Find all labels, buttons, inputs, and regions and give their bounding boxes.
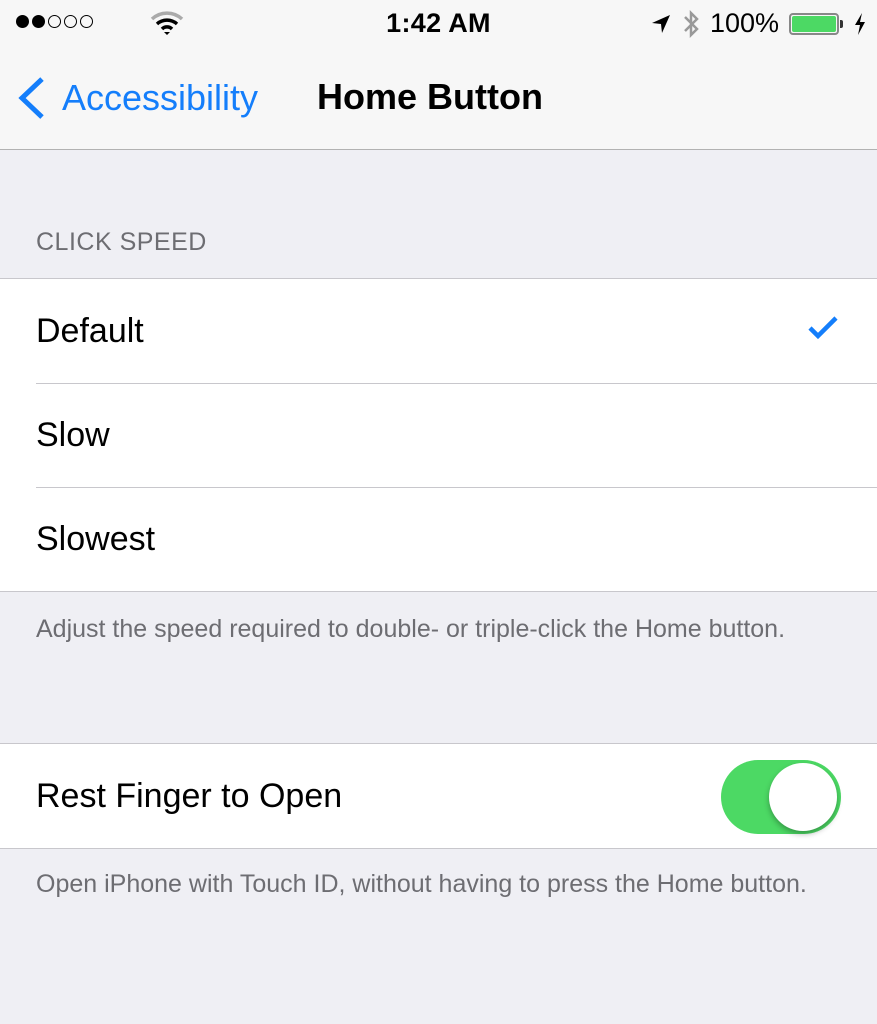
click-speed-footer: Adjust the speed required to double- or …: [36, 615, 786, 643]
option-label: Default: [36, 311, 144, 350]
chevron-left-icon: [18, 77, 44, 119]
rest-finger-label: Rest Finger to Open: [36, 776, 343, 815]
back-button[interactable]: Accessibility: [14, 76, 258, 120]
back-button-label: Accessibility: [62, 77, 259, 118]
section-header-click-speed: CLICK SPEED: [36, 228, 207, 256]
battery-icon: [789, 12, 839, 35]
navigation-bar: Accessibility Home Button: [0, 48, 877, 150]
rest-finger-footer: Open iPhone with Touch ID, without havin…: [36, 870, 807, 898]
click-speed-group: Default Slow Slowest: [0, 278, 877, 592]
option-label: Slowest: [36, 519, 156, 558]
toggle-knob: [769, 763, 837, 831]
status-bar: 1:42 AM 100%: [0, 0, 877, 48]
click-speed-option-slowest[interactable]: Slowest: [0, 487, 877, 591]
location-arrow-icon: [651, 14, 670, 33]
rest-finger-group: Rest Finger to Open: [0, 743, 877, 849]
click-speed-option-slow[interactable]: Slow: [0, 383, 877, 487]
bluetooth-icon: [684, 9, 699, 38]
battery-tip: [840, 19, 843, 28]
battery-percent: 100%: [709, 8, 779, 38]
option-label: Slow: [36, 415, 110, 454]
checkmark-icon: [808, 316, 838, 340]
page-title: Home Button: [317, 76, 543, 117]
rest-finger-toggle[interactable]: [721, 760, 841, 834]
rest-finger-row: Rest Finger to Open: [0, 744, 877, 848]
charging-bolt-icon: [855, 12, 865, 35]
click-speed-option-default[interactable]: Default: [0, 279, 877, 383]
battery-level: [792, 15, 836, 32]
